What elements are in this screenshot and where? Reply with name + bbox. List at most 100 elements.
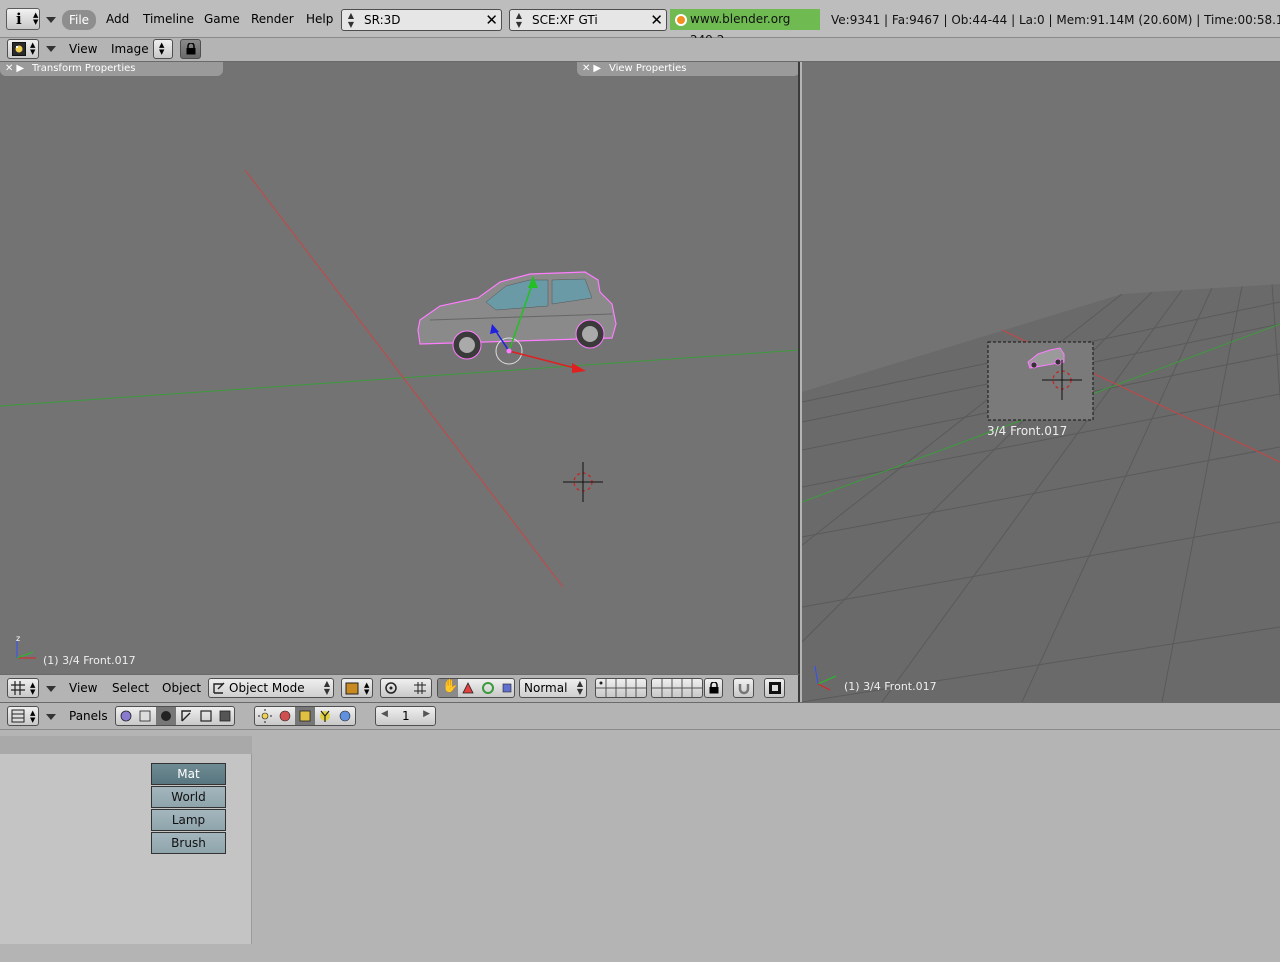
texture-panel: Mat World Lamp Brush xyxy=(0,736,252,944)
layer-grid-icon xyxy=(414,682,426,694)
updown-arrows-icon: ▲ ▼ xyxy=(323,679,330,696)
menu-help[interactable]: Help xyxy=(306,12,333,26)
pivot-button[interactable] xyxy=(380,678,432,698)
object-name-label: 3/4 Front.017 xyxy=(987,424,1068,438)
manipulator-buttons[interactable]: ✋ xyxy=(437,678,515,698)
menu-collapse-icon[interactable] xyxy=(46,714,56,720)
hand-icon: ✋ xyxy=(442,679,459,694)
tab-world[interactable]: World xyxy=(151,786,226,808)
axis-gizmo: z xyxy=(16,634,36,659)
updown-arrows-icon: ▲ ▼ xyxy=(30,681,36,696)
buttons-window-icon xyxy=(11,709,25,723)
layer-grid-icon xyxy=(596,679,646,697)
left-viewport-scene: z xyxy=(0,169,798,659)
menu-view[interactable]: View xyxy=(69,42,97,56)
lock-button[interactable] xyxy=(180,39,201,59)
menu-collapse-icon[interactable] xyxy=(46,686,56,692)
menu-file[interactable]: File xyxy=(62,10,96,30)
right-3d-viewport[interactable]: 3/4 Front.017 (1) 3/4 Front.017 xyxy=(802,62,1280,702)
left-3d-viewport[interactable]: ✕▶ Transform Properties ✕▶ View Properti… xyxy=(0,62,800,674)
texture-panel-header[interactable] xyxy=(0,736,252,754)
view3d-type-button[interactable]: ▲ ▼ xyxy=(7,678,39,698)
close-icon[interactable]: ✕ xyxy=(650,11,663,29)
viewport-object-label: (1) 3/4 Front.017 xyxy=(844,680,937,693)
menu-add[interactable]: Add xyxy=(106,12,129,26)
scene-selector[interactable]: ▲ ▼ SCE:XF GTi ✕ xyxy=(509,9,667,31)
buttons-area: Mat World Lamp Brush xyxy=(0,730,1280,962)
snap-button[interactable] xyxy=(733,678,754,698)
car-model xyxy=(417,271,617,360)
tab-lamp[interactable]: Lamp xyxy=(151,809,226,831)
menu-game[interactable]: Game xyxy=(204,12,240,26)
updown-arrows-icon: ▲ ▼ xyxy=(347,11,355,29)
screen-selector[interactable]: ▲ ▼ SR:3D ✕ xyxy=(341,9,502,31)
render-button[interactable] xyxy=(764,678,785,698)
shading-buttons[interactable] xyxy=(254,706,356,726)
info-header: i ▲ ▼ File Add Timeline Game Render Help … xyxy=(0,0,1280,47)
menu-select[interactable]: Select xyxy=(112,681,149,695)
updown-arrows-icon: ▲ ▼ xyxy=(30,709,36,724)
buttons-window-header: ▲ ▼ Panels ◀ 1 ▶ xyxy=(0,702,1280,730)
svg-text:z: z xyxy=(16,634,20,643)
tab-brush[interactable]: Brush xyxy=(151,832,226,854)
draw-type-button[interactable]: ▲ ▼ xyxy=(341,678,373,698)
menu-object[interactable]: Object xyxy=(162,681,201,695)
solid-draw-icon xyxy=(345,682,359,695)
main-menu: File Add Timeline Game Render Help xyxy=(0,6,340,32)
green-axis-line xyxy=(0,349,798,407)
blender-url-badge[interactable]: www.blender.org 249.2 xyxy=(670,9,820,47)
image-editor-type-button[interactable]: ▲ ▼ xyxy=(7,39,39,59)
layer-grid-icon xyxy=(652,679,702,697)
orientation-value: Normal xyxy=(524,681,568,695)
updown-arrows-icon: ▲ ▼ xyxy=(159,41,165,56)
scale-icon[interactable] xyxy=(502,683,512,693)
render-icon xyxy=(769,682,781,694)
rotate-icon[interactable] xyxy=(481,681,495,695)
pivot-icon xyxy=(385,682,397,694)
menu-timeline[interactable]: Timeline xyxy=(143,12,194,26)
layer-lock-button[interactable] xyxy=(704,678,723,698)
view3d-header: ▲ ▼ View Select Object Object Mode ▲ ▼ ▲ ▼ … xyxy=(0,674,800,702)
shading-icons xyxy=(258,707,351,725)
context-icons xyxy=(120,707,231,725)
menu-view[interactable]: View xyxy=(69,681,97,695)
screen-name[interactable]: SR:3D xyxy=(364,13,401,27)
scene-stats: Ve:9341 | Fa:9467 | Ob:44-44 | La:0 | Me… xyxy=(831,13,1280,27)
updown-arrows-icon: ▲ ▼ xyxy=(515,11,523,29)
menu-collapse-icon[interactable] xyxy=(46,46,56,52)
red-axis-line xyxy=(244,169,564,588)
lock-icon xyxy=(709,682,719,694)
updown-arrows-icon: ▲ ▼ xyxy=(364,681,370,696)
tab-mat[interactable]: Mat xyxy=(151,763,226,785)
grid-icon xyxy=(11,681,25,695)
menu-render[interactable]: Render xyxy=(251,12,294,26)
buttons-window-type-button[interactable]: ▲ ▼ xyxy=(7,706,39,726)
updown-arrows-icon: ▲ ▼ xyxy=(30,41,36,56)
context-buttons[interactable] xyxy=(115,706,235,726)
image-editor-header: ▲ ▼ View Image ▲ ▼ xyxy=(0,38,1280,62)
mode-dropdown[interactable]: Object Mode ▲ ▼ xyxy=(208,678,334,698)
panels-label[interactable]: Panels xyxy=(69,709,108,723)
orientation-dropdown[interactable]: Normal ▲ ▼ xyxy=(519,678,587,698)
chevron-right-icon[interactable]: ▶ xyxy=(423,709,430,719)
image-browse-button[interactable]: ▲ ▼ xyxy=(153,39,173,59)
chevron-left-icon[interactable]: ◀ xyxy=(381,709,388,719)
image-editor-icon xyxy=(12,42,26,56)
translate-icon[interactable] xyxy=(462,682,474,694)
3d-cursor xyxy=(563,462,603,502)
updown-arrows-icon: ▲ ▼ xyxy=(576,679,583,696)
frame-value: 1 xyxy=(402,709,410,723)
mode-value: Object Mode xyxy=(229,681,305,695)
lock-icon xyxy=(186,43,196,55)
viewport-object-label: (1) 3/4 Front.017 xyxy=(43,654,136,667)
right-viewport-scene xyxy=(802,284,1280,702)
magnet-icon xyxy=(738,684,750,695)
close-icon[interactable]: ✕ xyxy=(485,11,498,29)
frame-counter[interactable]: ◀ 1 ▶ xyxy=(375,706,436,726)
scene-name[interactable]: SCE:XF GTi xyxy=(532,13,598,27)
layer-buttons-2[interactable] xyxy=(651,678,703,698)
layer-buttons-1[interactable] xyxy=(595,678,647,698)
object-mode-icon xyxy=(213,682,225,694)
blender-logo-icon xyxy=(675,14,687,26)
menu-image[interactable]: Image xyxy=(111,42,149,56)
